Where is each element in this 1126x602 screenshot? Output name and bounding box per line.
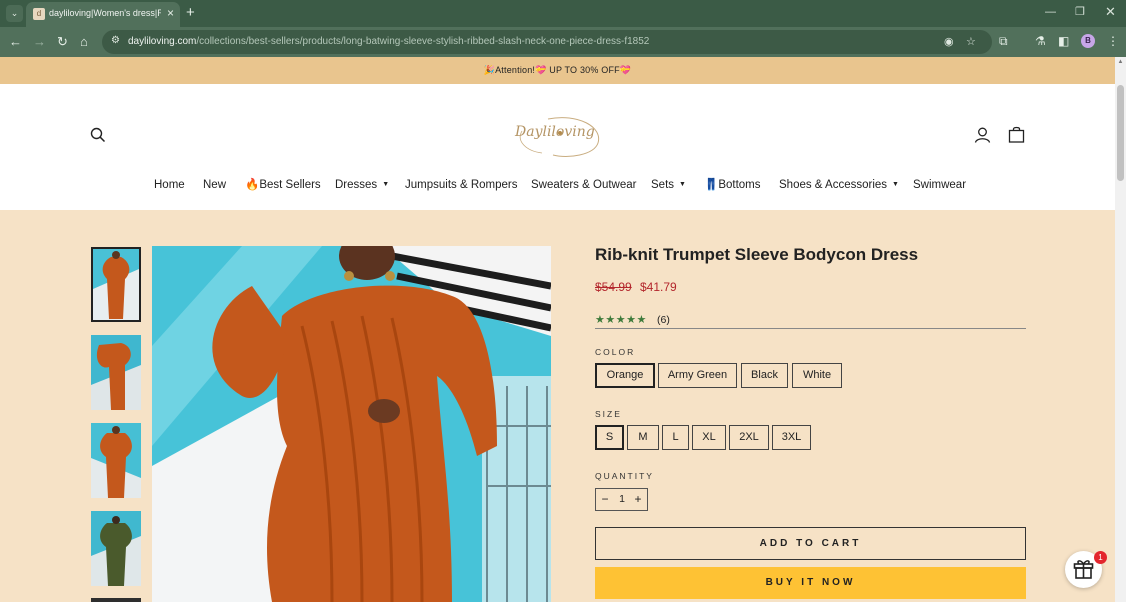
browser-tab-bar: ⌄ d dayliloving|Women's dress|Rib-knit ×… (0, 0, 1126, 27)
nav-new[interactable]: New (203, 178, 226, 192)
add-to-cart-button[interactable]: ADD TO CART (595, 527, 1026, 560)
main-navigation: Home New 🔥Best Sellers Dresses ▼ Jumpsuit… (0, 178, 1115, 194)
cart-icon[interactable] (1008, 126, 1025, 143)
site-info-icon[interactable]: ⚙ (111, 35, 120, 46)
chevron-down-icon: ▼ (892, 181, 899, 188)
size-option-xl[interactable]: XL (692, 425, 726, 450)
restore-icon[interactable]: ❐ (1075, 4, 1085, 20)
site-favicon-icon: d (33, 8, 45, 20)
rating-stars[interactable]: ★★★★★ (595, 313, 647, 326)
announcement-bar[interactable]: 🎉Attention!💝 UP TO 30% OFF💝 (0, 57, 1115, 84)
thumbnail-image (91, 335, 141, 410)
size-option-m[interactable]: M (627, 425, 659, 450)
sale-price: $41.79 (640, 280, 677, 294)
tab-close-icon[interactable]: × (167, 6, 174, 20)
quantity-label: QUANTITY (595, 471, 654, 481)
side-panel-icon[interactable]: ◧ (1058, 33, 1069, 50)
nav-sweaters[interactable]: Sweaters & Outwear (531, 178, 636, 192)
thumbnail-image (91, 423, 141, 498)
chevron-down-icon: ▼ (679, 181, 686, 188)
extensions-icon[interactable]: ⧉ (999, 33, 1008, 50)
size-option-3xl[interactable]: 3XL (772, 425, 811, 450)
reload-icon[interactable]: ↻ (57, 33, 68, 50)
profile-avatar[interactable]: B (1081, 34, 1095, 48)
browser-tab[interactable]: d dayliloving|Women's dress|Rib-knit × (26, 2, 180, 27)
tab-search-icon[interactable]: ⌄ (6, 5, 23, 22)
site-logo[interactable]: Dayliloving (508, 113, 606, 159)
product-thumbnail[interactable] (91, 598, 141, 602)
scroll-thumb[interactable] (1117, 85, 1124, 181)
home-icon[interactable]: ⌂ (80, 33, 88, 50)
product-thumbnail[interactable] (91, 423, 141, 498)
color-label: COLOR (595, 347, 636, 357)
size-option-s[interactable]: S (595, 425, 624, 450)
minus-icon[interactable]: − (597, 491, 613, 508)
size-option-l[interactable]: L (662, 425, 689, 450)
nav-dresses[interactable]: Dresses ▼ (335, 178, 389, 192)
search-icon[interactable] (90, 127, 106, 143)
scroll-up-icon[interactable]: ▲ (1117, 59, 1124, 65)
thumbnail-image (91, 511, 141, 586)
chevron-down-icon: ▼ (382, 181, 390, 188)
minimize-icon[interactable]: — (1045, 4, 1056, 20)
thumbnail-image (93, 249, 139, 320)
address-bar[interactable]: ⚙ dayliloving.com/collections/best-selle… (102, 30, 992, 54)
window-close-icon[interactable]: ✕ (1105, 4, 1116, 20)
address-url: dayliloving.com/collections/best-sellers… (128, 36, 650, 47)
review-count[interactable]: (6) (657, 314, 670, 326)
page-scrollbar[interactable]: ▲ (1115, 57, 1126, 602)
size-label: SIZE (595, 409, 622, 419)
nav-bottoms[interactable]: 👖Bottoms (704, 178, 761, 192)
color-option-army-green[interactable]: Army Green (658, 363, 737, 388)
product-title: Rib-knit Trumpet Sleeve Bodycon Dress (595, 245, 919, 264)
quantity-stepper: − 1 + (595, 488, 648, 511)
nav-sets[interactable]: Sets ▼ (651, 178, 686, 192)
nav-home[interactable]: Home (154, 178, 185, 192)
buy-now-button[interactable]: BUY IT NOW (595, 567, 1026, 599)
nav-shoes-accessories[interactable]: Shoes & Accessories ▼ (779, 178, 899, 192)
logo-text: Dayliloving (515, 124, 595, 140)
plus-icon[interactable]: + (630, 491, 646, 508)
back-icon[interactable]: ← (9, 33, 22, 50)
color-option-white[interactable]: White (792, 363, 842, 388)
dress-photo (152, 246, 551, 602)
forward-icon[interactable]: → (33, 33, 46, 50)
new-tab-icon[interactable]: + (186, 3, 195, 23)
size-option-2xl[interactable]: 2XL (729, 425, 769, 450)
nav-best-sellers[interactable]: 🔥Best Sellers (245, 178, 321, 192)
nav-jumpsuits[interactable]: Jumpsuits & Rompers (405, 178, 517, 192)
nav-swimwear[interactable]: Swimwear (913, 178, 966, 192)
browser-toolbar: ← → ↻ ⌂ ⚙ dayliloving.com/collections/be… (0, 27, 1126, 57)
account-icon[interactable] (974, 127, 991, 143)
color-option-black[interactable]: Black (741, 363, 788, 388)
color-option-orange[interactable]: Orange (595, 363, 655, 388)
labs-icon[interactable]: ⚗ (1035, 33, 1046, 50)
product-thumbnail[interactable] (91, 247, 141, 322)
product-main-image[interactable] (152, 246, 551, 602)
tab-title: dayliloving|Women's dress|Rib-knit (49, 8, 161, 18)
notification-badge: 1 (1094, 551, 1107, 564)
product-thumbnail[interactable] (91, 335, 141, 410)
menu-icon[interactable]: ⋮ (1107, 33, 1119, 50)
divider (595, 328, 1026, 329)
bookmark-star-icon[interactable]: ☆ (966, 35, 976, 48)
product-thumbnail[interactable] (91, 511, 141, 586)
quantity-input[interactable]: 1 (615, 492, 629, 507)
original-price: $54.99 (595, 280, 632, 294)
tracking-protection-icon[interactable]: ◉ (944, 35, 954, 48)
